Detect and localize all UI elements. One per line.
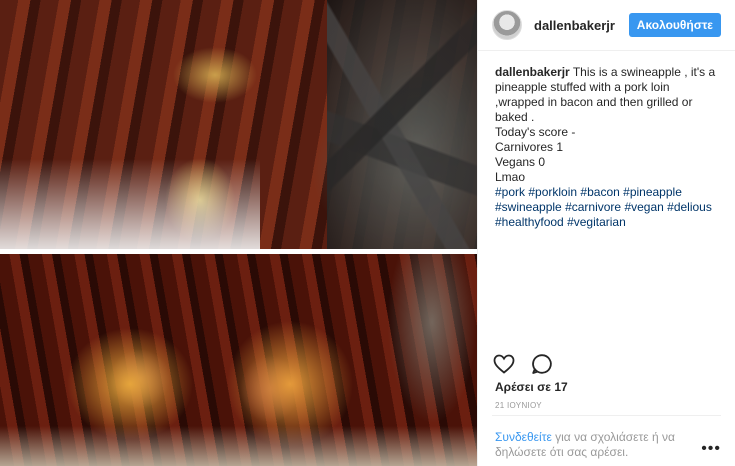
post-sidebar: dallenbakerjr Ακολουθήστε dallenbakerjr … [477,0,735,466]
hashtag-link[interactable]: #vegitarian [567,215,626,229]
username-link[interactable]: dallenbakerjr [534,18,615,33]
follow-button[interactable]: Ακολουθήστε [628,13,721,37]
comment-icon[interactable] [530,352,554,376]
caption-line: Vegans 0 [495,155,546,169]
cutting-board-shade [0,426,477,466]
post-caption: dallenbakerjr This is a swineapple , it'… [478,51,735,230]
post-header: dallenbakerjr Ακολουθήστε [478,0,735,51]
post-photo-top [0,0,477,249]
likes-count[interactable]: Αρέσει σε 17 [495,380,568,394]
hashtag-link[interactable]: #pineapple [623,185,682,199]
hashtag-link[interactable]: #vegan [624,200,663,214]
pineapple-leaves-bottom [387,254,477,424]
more-options-icon[interactable]: ••• [701,440,721,458]
avatar[interactable] [492,10,522,40]
hashtag-link[interactable]: #delious [667,200,712,214]
plate-shade [0,159,260,249]
hashtag-list: #pork #porkloin #bacon #pineapple #swine… [495,185,712,229]
caption-line: Carnivores 1 [495,140,564,154]
hashtag-link[interactable]: #healthyfood [495,215,564,229]
hashtag-link[interactable]: #pork [495,185,525,199]
login-link[interactable]: Συνδεθείτε [495,430,552,444]
heart-icon[interactable] [492,352,516,376]
caption-author[interactable]: dallenbakerjr [495,65,570,79]
post-actions [492,352,554,376]
post-media[interactable] [0,0,477,466]
caption-line: Today's score - [495,125,576,139]
login-prompt: Συνδεθείτε για να σχολιάσετε ή να δηλώσε… [495,430,700,460]
hashtag-link[interactable]: #porkloin [528,185,577,199]
instagram-post: dallenbakerjr Ακολουθήστε dallenbakerjr … [0,0,735,466]
hashtag-link[interactable]: #carnivore [565,200,621,214]
hashtag-link[interactable]: #bacon [580,185,619,199]
pineapple-leaves [327,0,477,249]
comment-divider [492,415,721,416]
hashtag-link[interactable]: #swineapple [495,200,562,214]
caption-line: Lmao [495,170,526,184]
post-photo-bottom [0,254,477,466]
post-date[interactable]: 21 ΙΟΥΝΙΟΥ [495,401,542,410]
